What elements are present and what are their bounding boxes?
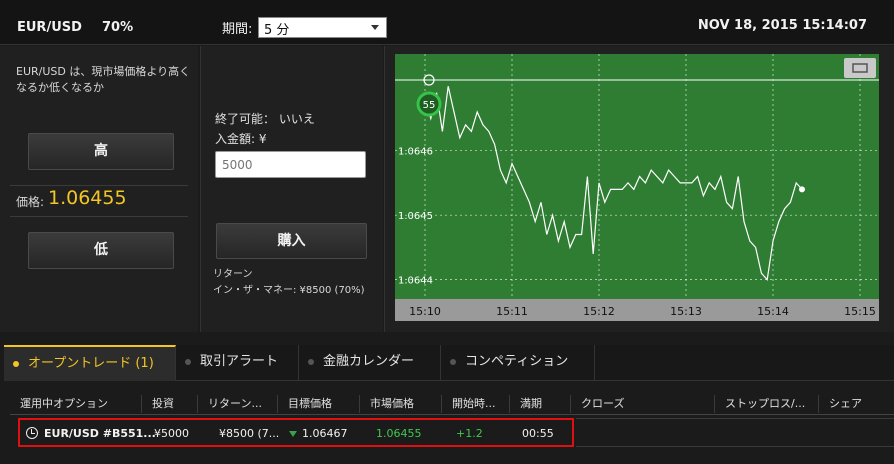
col-header[interactable]: 満期 [510, 395, 571, 413]
x-axis-band [395, 299, 879, 321]
col-header[interactable]: 市場価格 [360, 395, 442, 413]
period-label: 期間: [222, 22, 253, 37]
x-tick-label: 15:11 [496, 305, 528, 318]
investment: ¥5000 [154, 427, 189, 440]
trades-table-header: 運用中オプション 投資 リターン... 目標価格 市場価格 開始時... 満期 … [10, 391, 894, 415]
y-tick-label: 1.0645 [398, 211, 433, 222]
tab-label: コンペティション [465, 354, 569, 369]
tab-label: 取引アラート [200, 354, 279, 369]
asset-pair: EUR/USD [17, 20, 82, 35]
row-extension [576, 418, 894, 447]
amount-input[interactable] [215, 151, 366, 178]
tab-label: 金融カレンダー [323, 354, 415, 369]
chart-panel: 15:10 15:11 15:12 15:13 15:14 15:15 1.0646 1.06… [384, 46, 894, 332]
period-value: 5 分 [264, 23, 290, 38]
option-id: EUR/USD #B551... [44, 427, 156, 440]
payout-percent: 70% [102, 20, 134, 35]
tab-competition[interactable]: コンペティション [441, 345, 595, 381]
price-chart[interactable]: 15:10 15:11 15:12 15:13 15:14 15:15 1.0646 1.06… [395, 54, 879, 321]
tab-economic-calendar[interactable]: 金融カレンダー [299, 345, 441, 381]
x-tick-label: 15:13 [670, 305, 702, 318]
expiry-availability: 終了可能： いいえ [215, 112, 315, 126]
period-select[interactable]: 5 分 [258, 17, 387, 38]
tab-dot-icon [450, 359, 456, 365]
price-chart-svg: 15:10 15:11 15:12 15:13 15:14 15:15 1.0646 1.06… [395, 54, 879, 321]
col-header[interactable]: 運用中オプション [10, 395, 142, 413]
expiry-countdown: 00:55 [522, 427, 554, 440]
high-button[interactable]: 高 [28, 133, 174, 170]
chevron-down-icon [371, 25, 379, 30]
server-datetime: NOV 18, 2015 15:14:07 [697, 18, 867, 33]
countdown-label: 55 [423, 100, 436, 111]
in-the-money-text: イン・ザ・マネー: ¥8500 (70%) [213, 285, 365, 296]
table-row[interactable]: EUR/USD #B551... ¥5000 ¥8500 (7... 1.064… [18, 418, 574, 447]
top-bar: EUR/USD 70% 期間: 5 分 NOV 18, 2015 15:14:0… [0, 0, 894, 45]
x-tick-label: 15:15 [844, 305, 876, 318]
tab-label: オープントレード (1) [28, 356, 154, 371]
col-header[interactable]: クローズ [571, 395, 715, 413]
low-button[interactable]: 低 [28, 232, 174, 269]
divider [10, 216, 188, 217]
start-difference: +1.2 [456, 427, 483, 440]
tab-dot-icon [185, 359, 191, 365]
x-tick-label: 15:10 [409, 305, 441, 318]
x-tick-label: 15:12 [583, 305, 615, 318]
deposit-label: 入金額: ¥ [215, 132, 267, 146]
clock-icon [26, 427, 38, 439]
fullscreen-button [844, 58, 876, 78]
bottom-tabs: オープントレード (1) 取引アラート 金融カレンダー コンペティション [4, 345, 894, 381]
tab-open-trades[interactable]: オープントレード (1) [4, 345, 176, 381]
col-header[interactable]: 目標価格 [278, 395, 360, 413]
asset-description: EUR/USD は、現市場価格より高くなるか低くなるか [16, 65, 191, 94]
tab-trade-alerts[interactable]: 取引アラート [176, 345, 299, 381]
price-label: 価格: [16, 195, 45, 209]
col-header[interactable]: ストップロス/... [715, 395, 819, 413]
down-arrow-icon [289, 431, 297, 437]
chart-plot-area [395, 54, 879, 299]
tab-dot-icon [308, 359, 314, 365]
current-price: 1.06455 [48, 187, 127, 209]
col-header[interactable]: 開始時... [442, 395, 510, 413]
y-tick-label: 1.0644 [398, 276, 433, 287]
market-price: 1.06455 [376, 427, 422, 440]
return-label: リターン [213, 269, 253, 280]
order-panel: 終了可能： いいえ 入金額: ¥ 購入 リターン イン・ザ・マネー: ¥8500… [200, 46, 383, 332]
col-header[interactable]: 投資 [142, 395, 198, 413]
divider [10, 185, 188, 186]
x-tick-label: 15:14 [757, 305, 789, 318]
direction-panel: EUR/USD は、現市場価格より高くなるか低くなるか 高 価格: 1.0645… [0, 46, 198, 332]
current-price-dot [799, 186, 805, 193]
col-header[interactable]: リターン... [198, 395, 278, 413]
tab-dot-icon [13, 361, 19, 367]
col-header[interactable]: シェア [819, 395, 889, 413]
buy-button[interactable]: 購入 [216, 223, 367, 259]
target-price: 1.06467 [302, 427, 348, 440]
return-value: ¥8500 (7... [219, 427, 280, 440]
y-tick-label: 1.0646 [398, 147, 433, 158]
